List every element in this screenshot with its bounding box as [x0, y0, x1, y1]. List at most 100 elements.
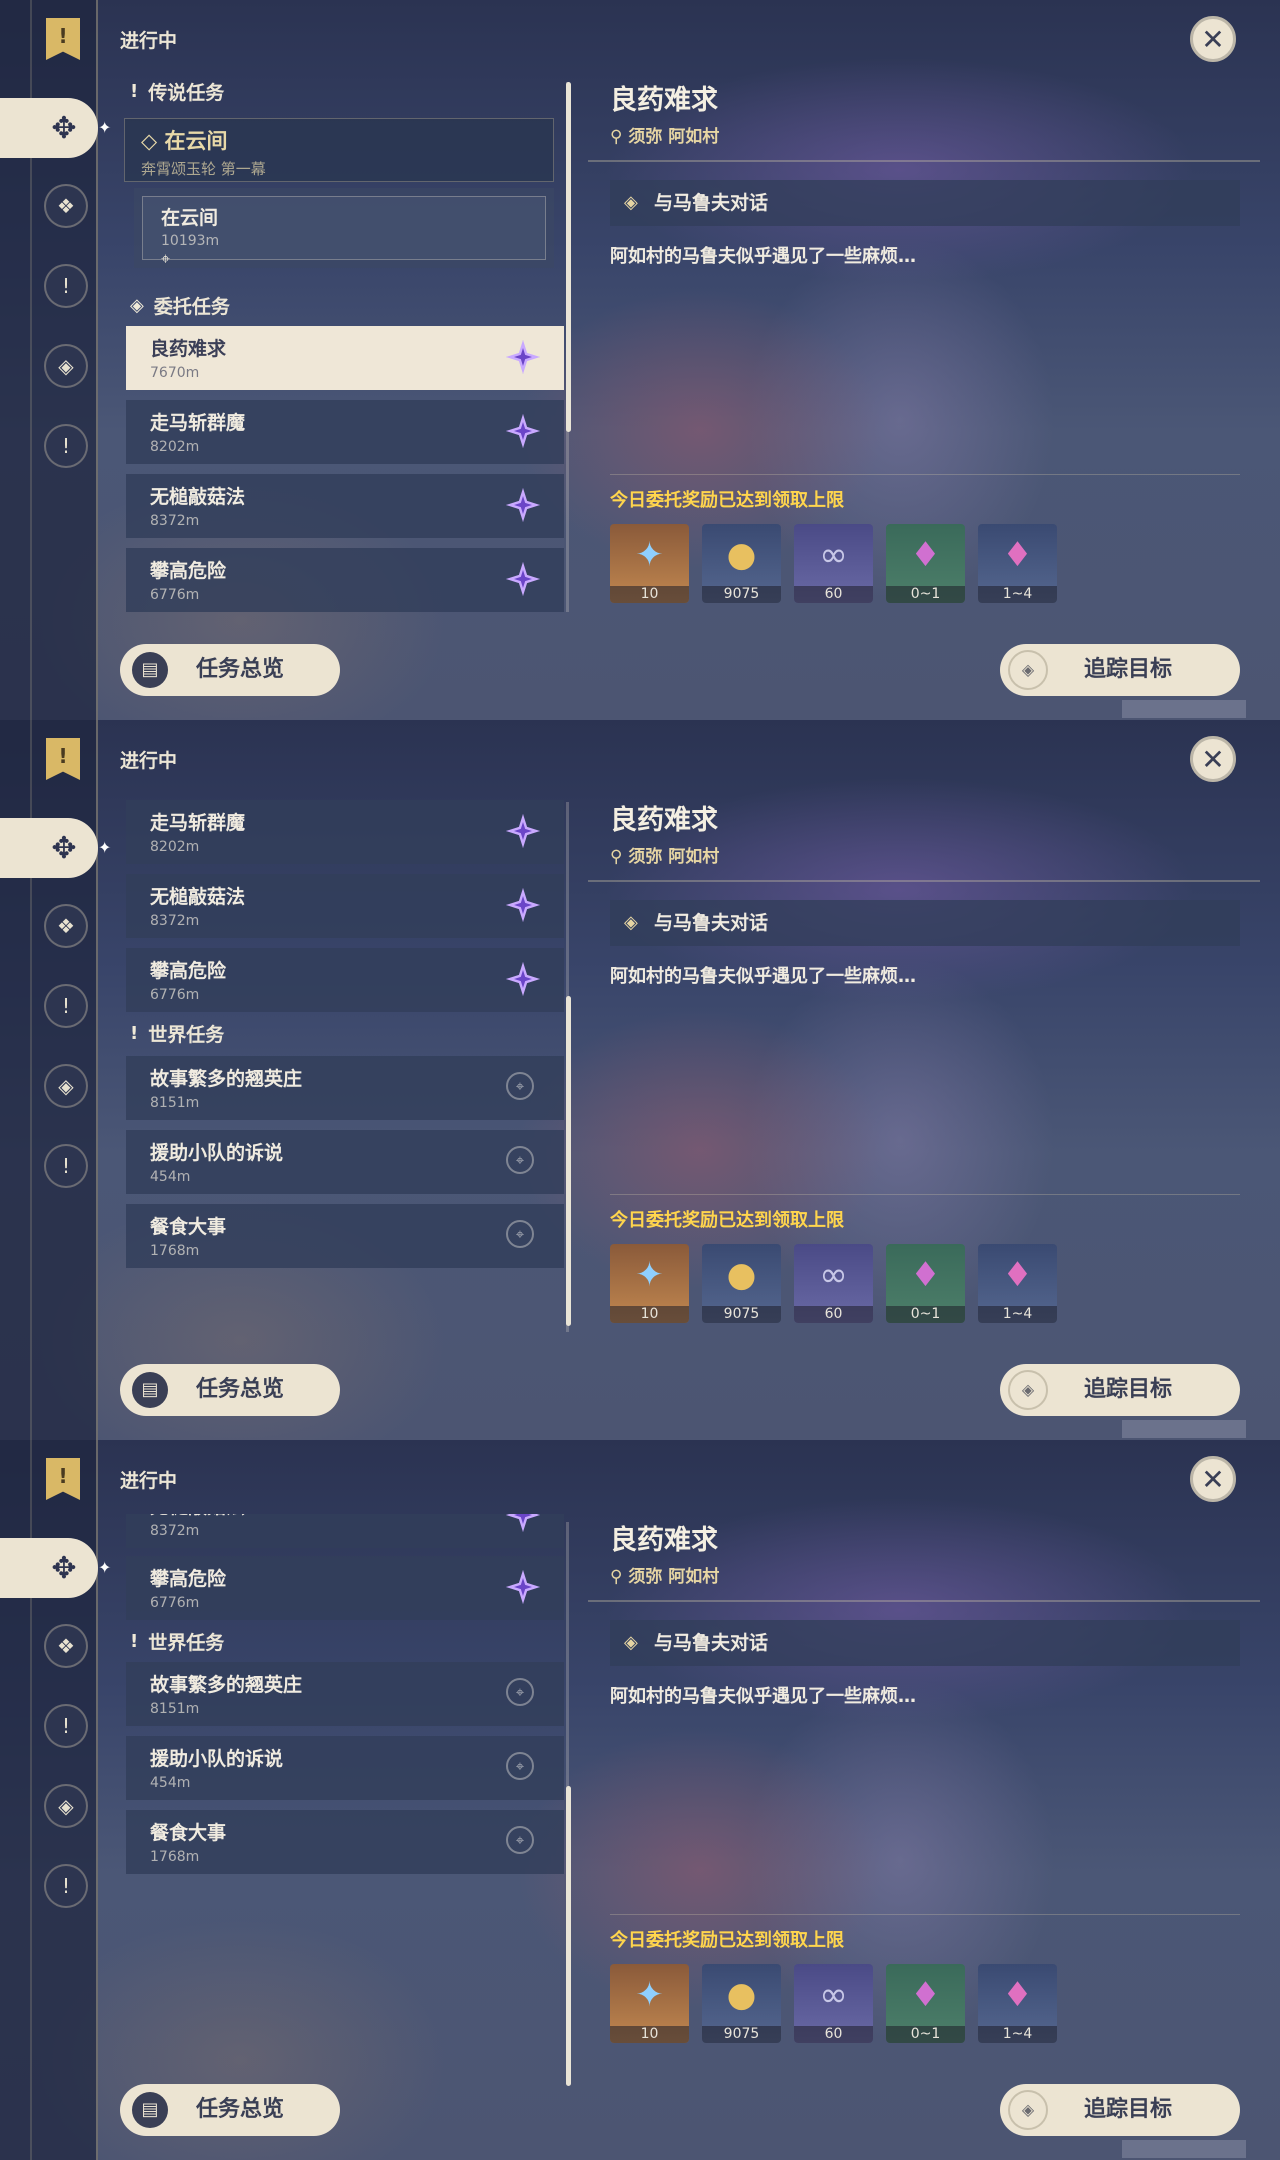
- adventure-exp-icon: ✦: [635, 1255, 664, 1295]
- legend-quest-group[interactable]: ◇ 在云间 奔霄颂玉轮 第一幕: [124, 118, 554, 182]
- quest-item[interactable]: 援助小队的诉说 454m ⌖: [126, 1130, 564, 1194]
- mora-coin-icon: ●: [726, 1255, 757, 1295]
- reward-count: 60: [794, 1306, 873, 1323]
- location-marker-icon: ⚲: [610, 1567, 629, 1587]
- track-button[interactable]: ◈ 追踪目标: [1000, 2084, 1240, 2136]
- sparkle-icon: ✦: [98, 118, 112, 137]
- quest-title: 无槌敲菇法: [150, 886, 246, 908]
- quest-description: 阿如村的马鲁夫似乎遇见了一些麻烦…: [610, 1686, 916, 1707]
- rail-tab-story-quests[interactable]: !: [44, 984, 88, 1028]
- location-pin-icon[interactable]: ⌖: [506, 1678, 534, 1706]
- quest-overview-button[interactable]: ▤ 任务总览: [120, 644, 340, 696]
- quest-item-selected[interactable]: 良药难求 7670m: [126, 326, 564, 390]
- rail-tab-story-quests[interactable]: !: [44, 1704, 88, 1748]
- track-button[interactable]: ◈ 追踪目标: [1000, 644, 1240, 696]
- location-pin-icon[interactable]: ⌖: [506, 1072, 534, 1100]
- quest-list[interactable]: ! 传说任务 ◇ 在云间 奔霄颂玉轮 第一幕 在云间 10193m ⌖ ◈ 委托任务…: [118, 74, 568, 614]
- rail-tab-commissions[interactable]: ◈: [44, 1064, 88, 1108]
- crystal-icon: ♦: [910, 1255, 941, 1295]
- reward-mora[interactable]: ● 9075: [702, 524, 781, 603]
- rail-tab-archon-quests[interactable]: ❖: [44, 904, 88, 948]
- quest-list[interactable]: 无槌敲菇法 8372m 攀高危险 6776m !世界任务 故事繁多的翘英庄 81…: [118, 1514, 568, 2054]
- quest-title: 餐食大事: [150, 1216, 227, 1238]
- reward-adventure-exp[interactable]: ✦ 10: [610, 1244, 689, 1323]
- world-quest-icon: !: [61, 1154, 71, 1178]
- reward-crystal-large[interactable]: ♦ 1~4: [978, 1964, 1057, 2043]
- quest-title: 走马斩群魔: [150, 812, 246, 834]
- quest-item[interactable]: 无槌敲菇法 8372m: [126, 474, 564, 538]
- quest-title: 援助小队的诉说: [150, 1142, 284, 1164]
- quest-title: 援助小队的诉说: [150, 1748, 284, 1770]
- quest-item[interactable]: 无槌敲菇法 8372m: [126, 1514, 564, 1548]
- rail-tab-world-quests[interactable]: !: [44, 424, 88, 468]
- reward-divider: [610, 474, 1240, 475]
- quest-item[interactable]: 餐食大事 1768m ⌖: [126, 1810, 564, 1874]
- reward-companionship-exp[interactable]: ∞ 60: [794, 524, 873, 603]
- track-hint-bar: [1122, 700, 1246, 718]
- location-pin-icon[interactable]: ⌖: [506, 1220, 534, 1248]
- reward-adventure-exp[interactable]: ✦ 10: [610, 524, 689, 603]
- story-quest-icon: !: [61, 1714, 71, 1738]
- legend-group-subtitle: 奔霄颂玉轮 第一幕: [141, 160, 266, 178]
- location-pin-icon[interactable]: ⌖: [161, 249, 545, 269]
- rail-tab-world-quests[interactable]: !: [44, 1144, 88, 1188]
- rail-tab-all-quests[interactable]: ✥: [0, 818, 98, 878]
- reward-count: 60: [794, 2026, 873, 2043]
- quest-distance: 8372m: [150, 1523, 200, 1539]
- section-world-quests: ! 世界任务: [130, 1631, 225, 1654]
- status-label: 进行中: [120, 750, 178, 772]
- reward-crystal-small[interactable]: ♦ 0~1: [886, 1244, 965, 1323]
- rail-tab-story-quests[interactable]: !: [44, 264, 88, 308]
- location-pin-icon[interactable]: ⌖: [506, 1752, 534, 1780]
- quest-list[interactable]: 走马斩群魔 8202m 无槌敲菇法 8372m 攀高危险 6776m ! 世界任务…: [118, 794, 568, 1334]
- quest-item[interactable]: 无槌敲菇法 8372m: [126, 874, 564, 938]
- quest-overview-button[interactable]: ▤ 任务总览: [120, 2084, 340, 2136]
- quest-item[interactable]: 援助小队的诉说 454m ⌖: [126, 1736, 564, 1800]
- section-world-quests: ! 世界任务: [130, 1023, 225, 1046]
- location-pin-icon[interactable]: ⌖: [506, 1826, 534, 1854]
- close-button[interactable]: ✕: [1190, 16, 1236, 62]
- rail-tab-archon-quests[interactable]: ❖: [44, 184, 88, 228]
- reward-companionship-exp[interactable]: ∞ 60: [794, 1244, 873, 1323]
- quest-item[interactable]: 攀高危险 6776m: [126, 948, 564, 1012]
- quest-item[interactable]: 攀高危险 6776m: [126, 548, 564, 612]
- objective-diamond-icon: ◈: [624, 912, 638, 933]
- close-icon: ✕: [1201, 22, 1225, 56]
- rail-tab-all-quests[interactable]: ✥: [0, 1538, 98, 1598]
- quest-item[interactable]: 故事繁多的翘英庄 8151m ⌖: [126, 1056, 564, 1120]
- legend-quest-item[interactable]: 在云间 10193m ⌖: [134, 188, 554, 268]
- close-icon: ✕: [1201, 742, 1225, 776]
- quest-item[interactable]: 餐食大事 1768m ⌖: [126, 1204, 564, 1268]
- reward-mora[interactable]: ● 9075: [702, 1244, 781, 1323]
- list-scroll-thumb[interactable]: [566, 82, 571, 432]
- rail-tab-all-quests[interactable]: ✥: [0, 98, 98, 158]
- reward-crystal-large[interactable]: ♦ 1~4: [978, 1244, 1057, 1323]
- quest-item[interactable]: 故事繁多的翘英庄 8151m ⌖: [126, 1662, 564, 1726]
- rail-tab-world-quests[interactable]: !: [44, 1864, 88, 1908]
- reward-count: 10: [610, 1306, 689, 1323]
- archon-quest-icon: ❖: [57, 1634, 75, 1658]
- quest-overview-button[interactable]: ▤ 任务总览: [120, 1364, 340, 1416]
- reward-mora[interactable]: ● 9075: [702, 1964, 781, 2043]
- rail-tab-commissions[interactable]: ◈: [44, 344, 88, 388]
- quest-item[interactable]: 攀高危险 6776m: [126, 1556, 564, 1620]
- track-button[interactable]: ◈ 追踪目标: [1000, 1364, 1240, 1416]
- rail-tab-commissions[interactable]: ◈: [44, 1784, 88, 1828]
- reward-crystal-small[interactable]: ♦ 0~1: [886, 524, 965, 603]
- list-scroll-thumb[interactable]: [566, 1786, 571, 2086]
- reward-crystal-large[interactable]: ♦ 1~4: [978, 524, 1057, 603]
- quest-item[interactable]: 走马斩群魔 8202m: [126, 800, 564, 864]
- reward-companionship-exp[interactable]: ∞ 60: [794, 1964, 873, 2043]
- quest-book-icon: ▤: [132, 2092, 168, 2128]
- quest-item[interactable]: 走马斩群魔 8202m: [126, 400, 564, 464]
- close-button[interactable]: ✕: [1190, 736, 1236, 782]
- close-button[interactable]: ✕: [1190, 1456, 1236, 1502]
- rail-tab-archon-quests[interactable]: ❖: [44, 1624, 88, 1668]
- reward-crystal-small[interactable]: ♦ 0~1: [886, 1964, 965, 2043]
- reward-adventure-exp[interactable]: ✦ 10: [610, 1964, 689, 2043]
- quest-distance: 454m: [150, 1775, 191, 1791]
- quest-distance: 6776m: [150, 1595, 200, 1611]
- objective-diamond-icon: ◈: [624, 1632, 638, 1653]
- location-pin-icon[interactable]: ⌖: [506, 1146, 534, 1174]
- list-scroll-thumb[interactable]: [566, 996, 571, 1326]
